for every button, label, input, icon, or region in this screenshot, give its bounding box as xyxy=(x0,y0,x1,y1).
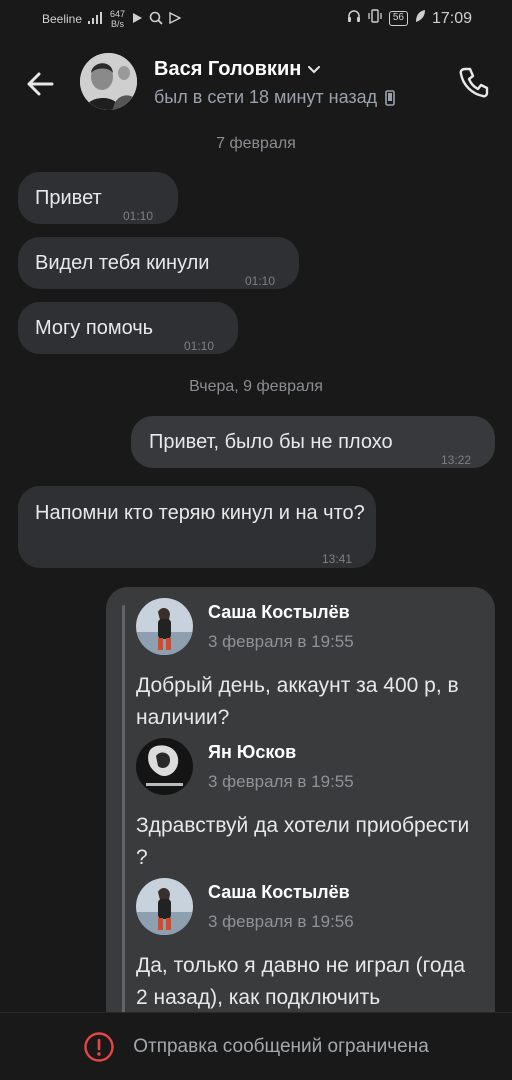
store-icon xyxy=(169,11,182,27)
network-speed: 647 B/s xyxy=(110,9,125,29)
message-time: 13:22 xyxy=(441,453,472,467)
speed-unit: B/s xyxy=(111,19,125,29)
signal-icon xyxy=(88,11,104,27)
message-text: Видел тебя кинули xyxy=(35,252,210,274)
clock-time: 17:09 xyxy=(431,9,472,27)
last-seen-text: был в сети 18 минут назад xyxy=(154,87,378,107)
alert-circle-icon xyxy=(84,1031,114,1062)
phone-device-icon xyxy=(385,89,395,106)
arrow-left-icon xyxy=(27,72,54,96)
message-text: Привет xyxy=(35,187,102,209)
sender-date: 3 февраля в 19:55 xyxy=(208,632,354,651)
message-bubble[interactable]: Могу помочь 01:10 xyxy=(18,302,238,354)
back-button[interactable] xyxy=(22,66,58,102)
sender-name[interactable]: Саша Костылёв xyxy=(208,602,350,623)
message-bubble[interactable]: Напомни кто теряю кинул и на что? 13:41 xyxy=(18,486,376,568)
restriction-notice: Отправка сообщений ограничена xyxy=(133,1035,429,1057)
sender-avatar[interactable] xyxy=(136,738,193,795)
leaf-icon xyxy=(414,9,426,28)
sender-avatar[interactable] xyxy=(136,598,193,655)
chat-header: Вася Головкин был в сети 18 минут назад xyxy=(0,42,512,122)
contact-avatar[interactable] xyxy=(80,53,137,110)
date-separator: Вчера, 9 февраля xyxy=(189,378,323,395)
status-right: 56 17:09 xyxy=(347,9,472,28)
message-time: 01:10 xyxy=(184,339,215,353)
sender-date: 3 февраля в 19:55 xyxy=(208,772,354,791)
carrier-label: Beeline xyxy=(42,12,83,26)
message-text: Привет, было бы не плохо xyxy=(149,431,393,453)
sender-name[interactable]: Саша Костылёв xyxy=(208,882,350,903)
headphones-icon xyxy=(347,9,361,28)
sender-name[interactable]: Ян Юсков xyxy=(208,742,296,763)
message-bubble-outgoing[interactable]: Привет, было бы не плохо 13:22 xyxy=(131,416,495,468)
forwarded-text: Да, только я давно не играл (года 2 наза… xyxy=(136,954,465,1009)
call-button[interactable] xyxy=(456,64,492,100)
messaging-restricted-bar: Отправка сообщений ограничена xyxy=(0,1012,512,1080)
forward-quote-bar xyxy=(122,605,125,1027)
forwarded-text: Добрый день, аккаунт за 400 р, в наличии… xyxy=(136,674,459,729)
contact-name[interactable]: Вася Головкин xyxy=(154,58,321,81)
message-bubble[interactable]: Привет 01:10 xyxy=(18,172,178,224)
forwarded-text: Здравствуй да хотели приобрести ? xyxy=(136,814,470,869)
message-text: Напомни кто теряю кинул и на что? xyxy=(35,502,365,524)
phone-icon xyxy=(459,67,489,98)
message-bubble[interactable]: Видел тебя кинули 01:10 xyxy=(18,237,299,289)
vibrate-icon xyxy=(367,9,383,28)
sender-avatar[interactable] xyxy=(136,878,193,935)
message-text: Могу помочь xyxy=(35,317,154,339)
status-bar: Beeline 647 B/s 56 17:09 xyxy=(0,0,512,42)
chevron-down-icon xyxy=(308,65,321,73)
forwarded-messages[interactable]: Саша Костылёв 3 февраля в 19:55 Добрый д… xyxy=(106,587,495,1027)
message-time: 01:10 xyxy=(123,209,154,223)
speed-value: 647 xyxy=(110,9,126,19)
battery-indicator: 56 xyxy=(388,11,408,26)
status-left: Beeline 647 B/s xyxy=(42,9,182,29)
contact-status: был в сети 18 минут назад xyxy=(154,87,395,108)
date-separator: 7 февраля xyxy=(216,135,296,152)
message-time: 13:41 xyxy=(322,552,353,566)
play-icon xyxy=(131,12,143,27)
search-status-icon xyxy=(149,11,163,28)
sender-date: 3 февраля в 19:56 xyxy=(208,912,354,931)
contact-name-text: Вася Головкин xyxy=(154,58,302,80)
message-time: 01:10 xyxy=(245,274,276,288)
